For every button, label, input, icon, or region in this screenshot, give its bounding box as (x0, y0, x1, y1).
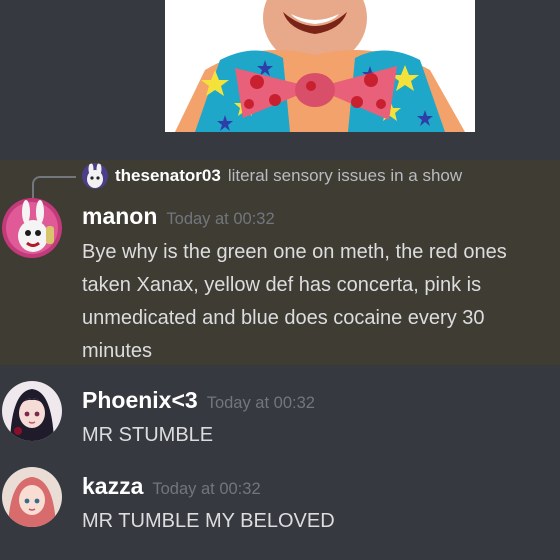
message-header: Phoenix<3 Today at 00:32 (82, 387, 315, 414)
avatar[interactable] (2, 198, 62, 258)
message-content: Bye why is the green one on meth, the re… (82, 241, 507, 362)
reply-avatar[interactable] (82, 163, 108, 189)
message-username[interactable]: kazza (82, 473, 143, 500)
chat-view: thesenator03 literal sensory issues in a… (0, 0, 560, 560)
message-timestamp: Today at 00:32 (206, 394, 315, 412)
reply-preview-text[interactable]: literal sensory issues in a show (228, 166, 462, 186)
image-attachment[interactable] (165, 0, 475, 132)
message-header: manon Today at 00:32 (82, 203, 275, 230)
message-timestamp: Today at 00:32 (152, 480, 261, 498)
message-header: kazza Today at 00:32 (82, 473, 261, 500)
message-username[interactable]: manon (82, 203, 157, 230)
reply-connector (32, 176, 76, 198)
message-content: MR TUMBLE MY BELOVED (82, 510, 335, 532)
avatar[interactable] (2, 467, 62, 527)
reply-reference[interactable]: thesenator03 literal sensory issues in a… (82, 163, 462, 189)
avatar[interactable] (2, 381, 62, 441)
message-content: MR STUMBLE (82, 424, 214, 446)
reply-username[interactable]: thesenator03 (115, 166, 221, 186)
message-timestamp: Today at 00:32 (166, 210, 275, 228)
message-username[interactable]: Phoenix<3 (82, 387, 198, 414)
